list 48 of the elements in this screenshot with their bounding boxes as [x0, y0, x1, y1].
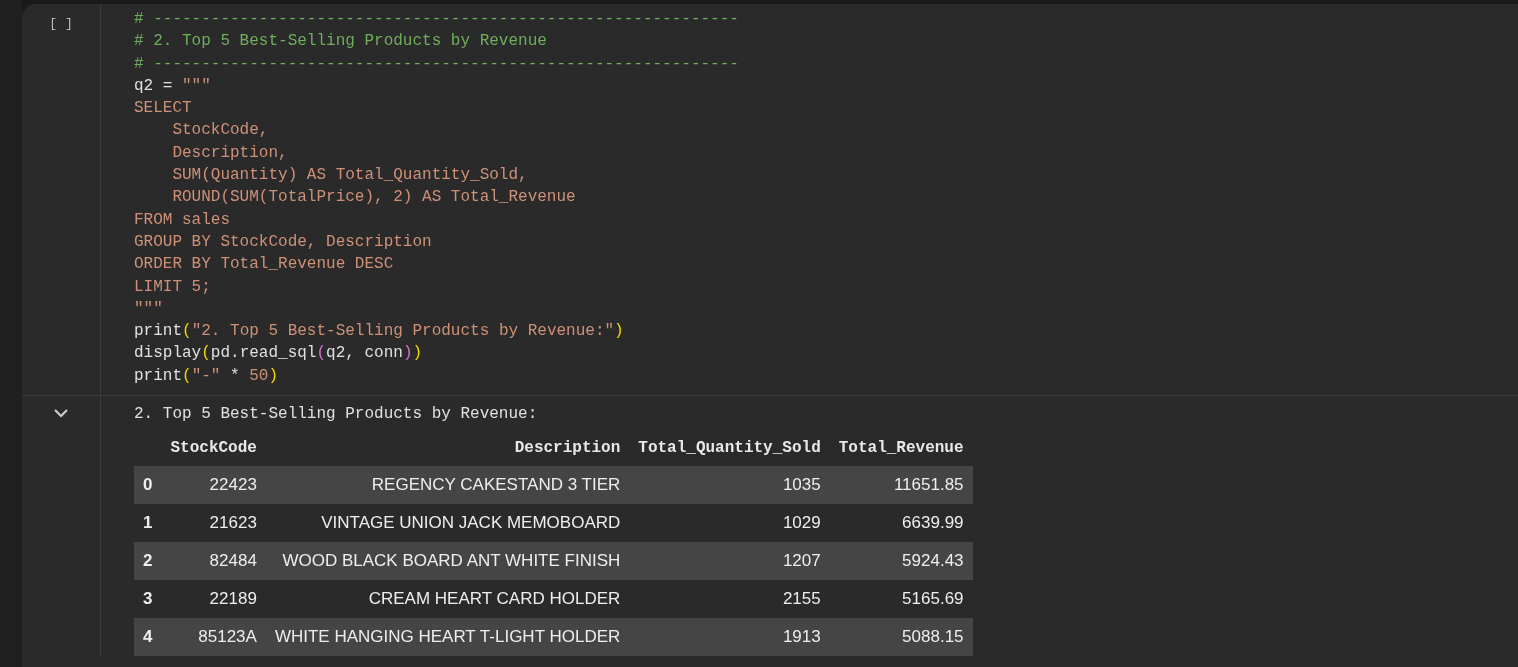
row-index: 0	[134, 466, 162, 505]
code-line: q2 = """	[134, 75, 212, 97]
table-cell: 1029	[629, 504, 830, 543]
code-line: FROM sales	[134, 209, 231, 231]
table-cell: 85123A	[161, 618, 266, 657]
code-line: display(pd.read_sql(q2, conn))	[134, 343, 424, 365]
table-cell: 22189	[161, 580, 266, 619]
column-header: Total_Quantity_Sold	[629, 430, 830, 467]
table-cell: CREAM HEART CARD HOLDER	[265, 580, 630, 619]
table-cell: 2155	[629, 580, 830, 619]
code-line: ORDER BY Total_Revenue DESC	[134, 254, 395, 276]
table-cell: 1913	[629, 618, 830, 657]
row-index: 3	[134, 580, 162, 619]
code-line: print("-" * 50)	[134, 365, 280, 387]
code-line: """	[134, 298, 164, 320]
code-line: GROUP BY StockCode, Description	[134, 231, 433, 253]
table-cell: 5088.15	[829, 618, 973, 657]
code-line: Description,	[171, 142, 289, 164]
table-cell: 21623	[161, 504, 266, 543]
column-header: Description	[265, 430, 630, 467]
column-header: StockCode	[161, 430, 266, 467]
code-line: print("2. Top 5 Best-Selling Products by Revenue:")	[134, 321, 625, 343]
table-cell: 11651.85	[829, 466, 973, 505]
code-line: SUM(Quantity) AS Total_Quantity_Sold,	[171, 165, 529, 187]
code-line: # -------------------------------------------------------------	[134, 9, 740, 30]
table-cell: 5924.43	[829, 542, 973, 581]
table-cell: 5165.69	[829, 580, 973, 619]
table-cell: 22423	[161, 466, 266, 505]
code-line: # -------------------------------------------------------------	[134, 53, 740, 75]
row-index: 2	[134, 542, 162, 581]
code-line: ROUND(SUM(TotalPrice), 2) AS Total_Revenue	[171, 187, 577, 209]
run-cell-indicator[interactable]: [ ]	[49, 14, 73, 32]
table-cell: REGENCY CAKESTAND 3 TIER	[265, 466, 630, 505]
row-index: 4	[134, 618, 162, 657]
row-index: 1	[134, 504, 162, 543]
table-cell: 1035	[629, 466, 830, 505]
column-header: Total_Revenue	[829, 430, 973, 467]
table-cell: WOOD BLACK BOARD ANT WHITE FINISH	[265, 542, 630, 581]
code-line: LIMIT 5;	[134, 276, 212, 298]
code-line: SELECT	[134, 98, 193, 120]
output-text: 2. Top 5 Best-Selling Products by Revenue:	[134, 404, 539, 426]
table-cell: 1207	[629, 542, 830, 581]
code-line: # 2. Top 5 Best-Selling Products by Revenue	[134, 31, 548, 53]
table-cell: WHITE HANGING HEART T-LIGHT HOLDER	[265, 618, 630, 657]
table-cell: 82484	[161, 542, 266, 581]
table-cell: VINTAGE UNION JACK MEMOBOARD	[265, 504, 630, 543]
table-cell: 6639.99	[829, 504, 973, 543]
code-line: StockCode,	[171, 120, 270, 142]
